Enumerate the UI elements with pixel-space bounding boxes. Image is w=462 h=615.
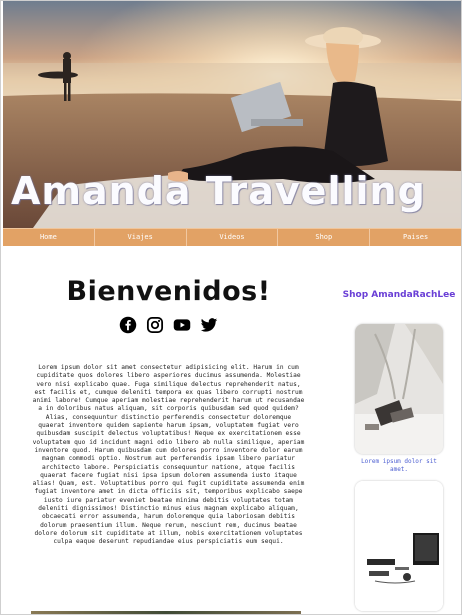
product-photo bbox=[355, 324, 443, 454]
product-image[interactable] bbox=[355, 324, 443, 454]
product-image[interactable] bbox=[355, 481, 443, 611]
shop-card[interactable]: Lorem ipsum dolor sit amet. bbox=[355, 324, 443, 474]
nav-item-shop[interactable]: Shop bbox=[278, 229, 371, 246]
main-content: Bienvenidos! Lorem ipsum dolor sit amet … bbox=[31, 271, 306, 547]
social-links bbox=[31, 316, 306, 334]
content-image bbox=[31, 611, 301, 614]
nav-item-home[interactable]: Home bbox=[3, 229, 95, 246]
welcome-heading: Bienvenidos! bbox=[66, 276, 271, 307]
site-title: Amanda Travelling bbox=[11, 169, 426, 213]
shop-title[interactable]: Shop AmandaRachLee bbox=[339, 290, 459, 300]
twitter-icon[interactable] bbox=[200, 316, 218, 334]
facebook-icon[interactable] bbox=[119, 316, 137, 334]
intro-text: Lorem ipsum dolor sit amet consectetur a… bbox=[32, 364, 305, 546]
nav-item-paises[interactable]: Paises bbox=[370, 229, 461, 246]
main-nav: Home Viajes Videos Shop Paises bbox=[3, 228, 461, 246]
instagram-icon[interactable] bbox=[146, 316, 164, 334]
page: Amanda Travelling Home Viajes Videos Sho… bbox=[0, 0, 462, 615]
nav-item-viajes[interactable]: Viajes bbox=[95, 229, 187, 246]
shop-card[interactable] bbox=[355, 481, 443, 611]
sidebar: Shop AmandaRachLee Lorem ipsum dolor sit… bbox=[339, 290, 459, 614]
product-photo bbox=[355, 481, 443, 611]
hero-banner: Amanda Travelling bbox=[3, 1, 461, 228]
nav-item-videos[interactable]: Videos bbox=[187, 229, 279, 246]
card-caption[interactable]: Lorem ipsum dolor sit amet. bbox=[355, 458, 443, 474]
youtube-icon[interactable] bbox=[173, 316, 191, 334]
